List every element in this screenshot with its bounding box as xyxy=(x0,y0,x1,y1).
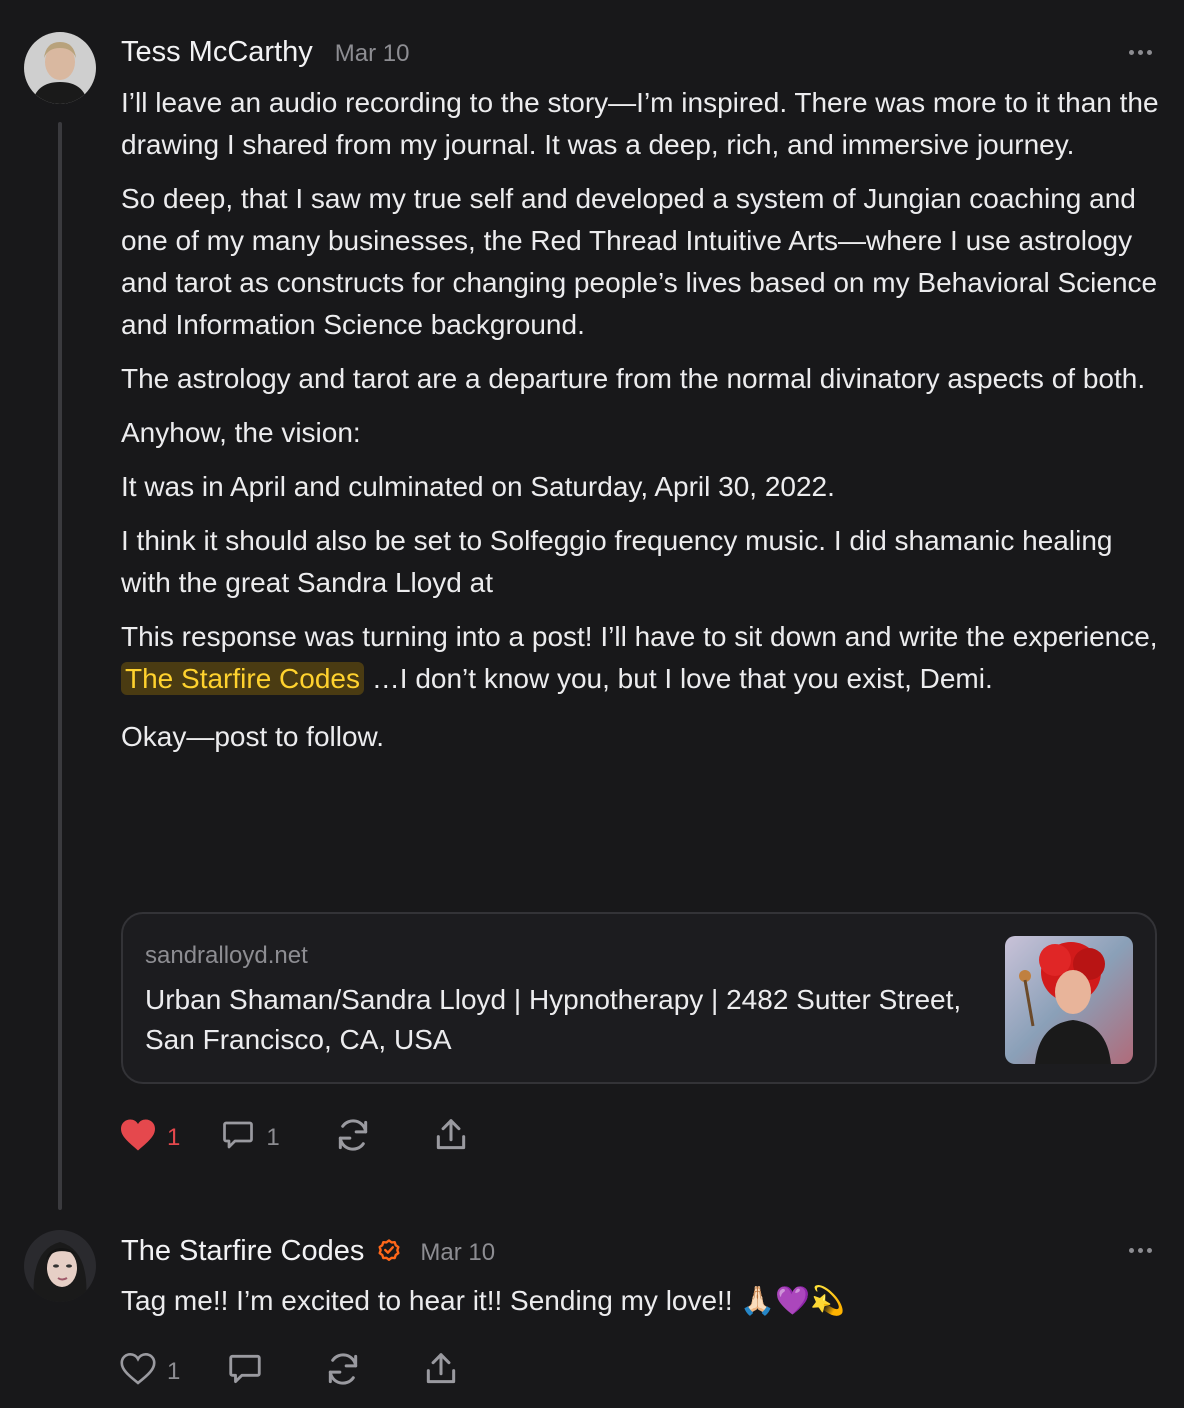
mention-link[interactable]: The Starfire Codes xyxy=(121,662,364,695)
like-count: 1 xyxy=(167,1123,181,1151)
more-icon[interactable] xyxy=(1129,1248,1152,1253)
comment-icon xyxy=(226,1350,264,1393)
restack-icon xyxy=(334,1116,372,1159)
comment-body: I’ll leave an audio recording to the sto… xyxy=(121,82,1161,770)
paragraph: Tag me!! I’m excited to hear it!! Sendin… xyxy=(121,1285,845,1316)
avatar[interactable] xyxy=(24,1230,96,1302)
comment-button[interactable]: 1 xyxy=(220,1117,280,1158)
paragraph: Okay—post to follow. xyxy=(121,721,385,752)
thread-line xyxy=(58,122,62,1210)
comment-button[interactable] xyxy=(226,1350,264,1393)
verified-check-icon xyxy=(376,1237,402,1268)
comment-body: Tag me!! I’m excited to hear it!! Sendin… xyxy=(121,1280,1161,1334)
share-button[interactable] xyxy=(432,1116,470,1159)
avatar[interactable] xyxy=(24,32,96,104)
paragraph: So deep, that I saw my true self and dev… xyxy=(121,183,1158,340)
link-preview-card[interactable]: sandralloyd.net Urban Shaman/Sandra Lloy… xyxy=(121,912,1157,1084)
action-bar: 1 1 xyxy=(119,1116,510,1159)
more-icon[interactable] xyxy=(1129,50,1152,55)
paragraph: I think it should also be set to Solfegg… xyxy=(121,525,1113,598)
comment-header: The Starfire Codes Mar 10 xyxy=(121,1234,495,1268)
heart-icon xyxy=(119,1352,157,1391)
paragraph: Anyhow, the vision: xyxy=(121,417,361,448)
action-bar: 1 xyxy=(119,1350,500,1393)
like-button[interactable]: 1 xyxy=(119,1352,180,1391)
paragraph: It was in April and culminated on Saturd… xyxy=(121,471,835,502)
link-thumbnail xyxy=(1005,936,1133,1064)
comment-date: Mar 10 xyxy=(420,1239,496,1266)
heart-icon xyxy=(119,1118,157,1157)
share-icon xyxy=(422,1350,460,1393)
mention-after-text: …I don’t know you, but I love that you e… xyxy=(364,663,993,694)
share-button[interactable] xyxy=(422,1350,460,1393)
link-domain: sandralloyd.net xyxy=(145,942,308,969)
mention-before-text: This response was turning into a post! I… xyxy=(121,621,1158,652)
like-button[interactable]: 1 xyxy=(119,1118,180,1157)
comment-header: Tess McCarthy Mar 10 xyxy=(121,36,409,69)
like-count: 1 xyxy=(167,1357,181,1385)
comment-date: Mar 10 xyxy=(334,40,410,67)
restack-button[interactable] xyxy=(324,1350,362,1393)
paragraph: I’ll leave an audio recording to the sto… xyxy=(121,87,1159,160)
comment-icon xyxy=(220,1117,256,1158)
link-title: Urban Shaman/Sandra Lloyd | Hypnotherapy… xyxy=(145,984,962,1055)
paragraph-with-mention: This response was turning into a post! I… xyxy=(121,616,1161,700)
restack-icon xyxy=(324,1350,362,1393)
paragraph: The astrology and tarot are a departure … xyxy=(121,363,1146,394)
author-name[interactable]: The Starfire Codes xyxy=(121,1235,364,1268)
restack-button[interactable] xyxy=(334,1116,372,1159)
share-icon xyxy=(432,1116,470,1159)
author-name[interactable]: Tess McCarthy xyxy=(121,36,313,69)
comment-count: 1 xyxy=(266,1123,280,1151)
